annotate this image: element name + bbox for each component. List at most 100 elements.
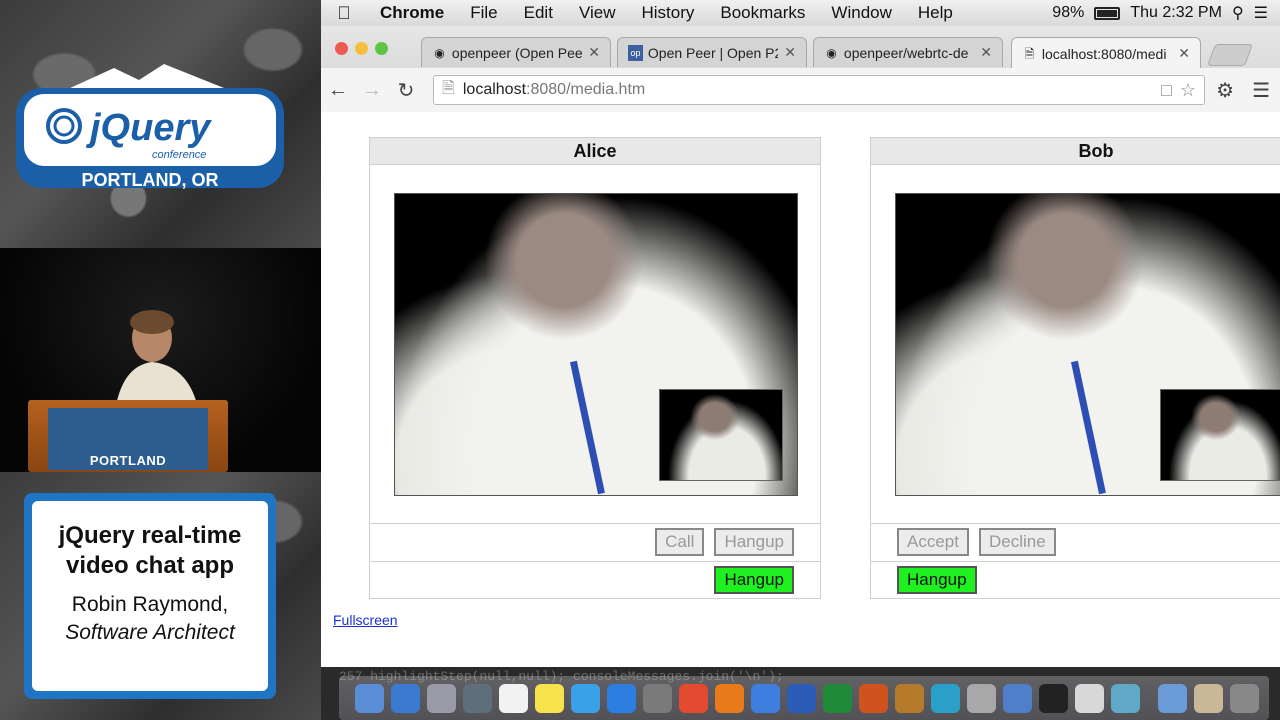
tab-localhost-media[interactable]: 🗎 localhost:8080/medi ✕	[1011, 37, 1201, 69]
stickies-icon[interactable]	[535, 683, 564, 713]
time-machine-icon[interactable]	[1075, 683, 1104, 713]
minimize-window-icon[interactable]	[355, 42, 368, 55]
tab-label: Open Peer | Open P2	[647, 44, 779, 61]
menu-history[interactable]: History	[628, 3, 707, 23]
tab-label: localhost:8080/medi	[1041, 45, 1167, 62]
alice-active-controls: Hangup	[370, 561, 820, 598]
xcode-icon[interactable]	[1003, 683, 1032, 713]
close-tab-icon[interactable]: ✕	[1178, 45, 1190, 62]
spotlight-search-icon[interactable]: ⚲	[1232, 3, 1244, 23]
finder-icon[interactable]	[355, 683, 384, 713]
close-tab-icon[interactable]: ✕	[784, 44, 796, 61]
menu-help[interactable]: Help	[905, 3, 966, 23]
chrome-menu-icon[interactable]: ☰	[1252, 78, 1270, 103]
close-window-icon[interactable]	[335, 42, 348, 55]
fullscreen-link[interactable]: Fullscreen	[333, 612, 398, 628]
hangup-button[interactable]: Hangup	[714, 528, 794, 556]
utility-icon[interactable]	[967, 683, 996, 713]
network-icon[interactable]	[931, 683, 960, 713]
podium: PORTLAND	[28, 400, 228, 472]
close-tab-icon[interactable]: ✕	[588, 44, 600, 61]
camera-icon[interactable]: □	[1161, 80, 1172, 101]
tab-webrtc-github[interactable]: ◉ openpeer/webrtc-de ✕	[813, 37, 1003, 67]
tab-openpeer-site[interactable]: op Open Peer | Open P2 ✕	[617, 37, 807, 67]
hangup-active-button[interactable]: Hangup	[714, 566, 794, 594]
safari-icon[interactable]	[751, 683, 780, 713]
tab-label: openpeer/webrtc-de	[843, 44, 969, 61]
browser-chrome: ◉ openpeer (Open Peer ✕ op Open Peer | O…	[321, 26, 1280, 112]
extension-icon[interactable]: ⚙	[1216, 78, 1234, 103]
calendar-icon[interactable]	[499, 683, 528, 713]
call-button[interactable]: Call	[655, 528, 705, 556]
menu-chrome[interactable]: Chrome	[367, 3, 457, 23]
word-icon[interactable]	[787, 683, 816, 713]
dashboard-icon[interactable]	[391, 683, 420, 713]
excel-icon[interactable]	[823, 683, 852, 713]
app-store-icon[interactable]	[607, 683, 636, 713]
github-icon: ◉	[434, 45, 445, 60]
mac-dock	[339, 676, 1269, 720]
zoom-window-icon[interactable]	[375, 42, 388, 55]
bookmark-star-icon[interactable]: ☆	[1180, 80, 1196, 101]
clock[interactable]: Thu 2:32 PM	[1130, 4, 1222, 22]
itunes-icon[interactable]	[571, 683, 600, 713]
svg-text:conference: conference	[152, 149, 206, 161]
url-path: :8080/media.htm	[526, 81, 646, 98]
alice-remote-video[interactable]	[394, 193, 798, 496]
bob-local-video[interactable]	[1160, 389, 1280, 481]
apple-menu-icon[interactable]: 	[321, 3, 367, 24]
trash-icon[interactable]	[1230, 683, 1259, 713]
address-bar[interactable]: 🗎 localhost:8080/media.htm □ ☆	[433, 75, 1205, 105]
back-arrow-icon[interactable]: ←	[321, 79, 355, 102]
toolbar-right: ⚙ ☰	[1216, 78, 1270, 103]
github-icon: ◉	[826, 45, 837, 60]
new-tab-button[interactable]	[1206, 44, 1254, 66]
firefox-icon[interactable]	[715, 683, 744, 713]
web-page: Alice Call Hangup Hangup Bob Accept Decl…	[321, 112, 1280, 667]
dock-separator	[1147, 684, 1151, 713]
system-preferences-icon[interactable]	[643, 683, 672, 713]
bob-remote-video[interactable]	[895, 193, 1280, 496]
omnibox-actions: □ ☆	[1161, 80, 1204, 101]
menu-file[interactable]: File	[457, 3, 510, 23]
alice-local-video[interactable]	[659, 389, 783, 481]
menu-edit[interactable]: Edit	[511, 3, 566, 23]
talk-title-card: jQuery real-time video chat app Robin Ra…	[24, 493, 276, 699]
openpeer-icon: op	[628, 44, 643, 61]
menubar-status: 98% Thu 2:32 PM ⚲ ☰	[1052, 3, 1280, 23]
decline-button[interactable]: Decline	[978, 528, 1056, 556]
alice-panel: Alice Call Hangup Hangup	[369, 137, 821, 599]
preview-icon[interactable]	[1111, 683, 1140, 713]
hangup-active-button[interactable]: Hangup	[897, 566, 977, 594]
talk-title-inner: jQuery real-time video chat app Robin Ra…	[32, 501, 268, 691]
close-tab-icon[interactable]: ✕	[980, 44, 992, 61]
navigation-bar: ← → ↻ 🗎 localhost:8080/media.htm □ ☆ ⚙ ☰	[321, 68, 1280, 112]
folder-icon[interactable]	[1158, 683, 1187, 713]
forward-arrow-icon[interactable]: →	[355, 79, 389, 102]
accept-button[interactable]: Accept	[897, 528, 969, 556]
battery-percent: 98%	[1052, 4, 1085, 21]
mission-control-icon[interactable]	[463, 683, 492, 713]
sublime-text-icon[interactable]	[895, 683, 924, 713]
bob-active-controls: Hangup	[871, 561, 1280, 598]
podium-sign: PORTLAND	[48, 408, 208, 470]
powerpoint-icon[interactable]	[859, 683, 888, 713]
video-frame: jQuery conference PORTLAND, OR PORTLAND …	[0, 0, 1280, 720]
battery-icon[interactable]	[1094, 6, 1121, 20]
launchpad-icon[interactable]	[427, 683, 456, 713]
reload-icon[interactable]: ↻	[389, 78, 423, 103]
notification-center-icon[interactable]: ☰	[1254, 3, 1268, 23]
panel-title: Alice	[370, 138, 820, 165]
downloads-stack-icon[interactable]	[1194, 683, 1223, 713]
terminal-icon[interactable]	[1039, 683, 1068, 713]
jquery-conference-logo: jQuery conference PORTLAND, OR	[14, 60, 286, 190]
chrome-icon[interactable]	[679, 683, 708, 713]
desktop-screen:  Chrome File Edit View History Bookmark…	[321, 0, 1280, 720]
speaker-role: Software Architect	[65, 621, 235, 644]
window-controls	[335, 42, 388, 55]
tab-openpeer-github[interactable]: ◉ openpeer (Open Peer ✕	[421, 37, 611, 67]
alice-call-controls: Call Hangup	[370, 523, 820, 560]
menu-window[interactable]: Window	[818, 3, 904, 23]
menu-view[interactable]: View	[566, 3, 629, 23]
menu-bookmarks[interactable]: Bookmarks	[707, 3, 818, 23]
